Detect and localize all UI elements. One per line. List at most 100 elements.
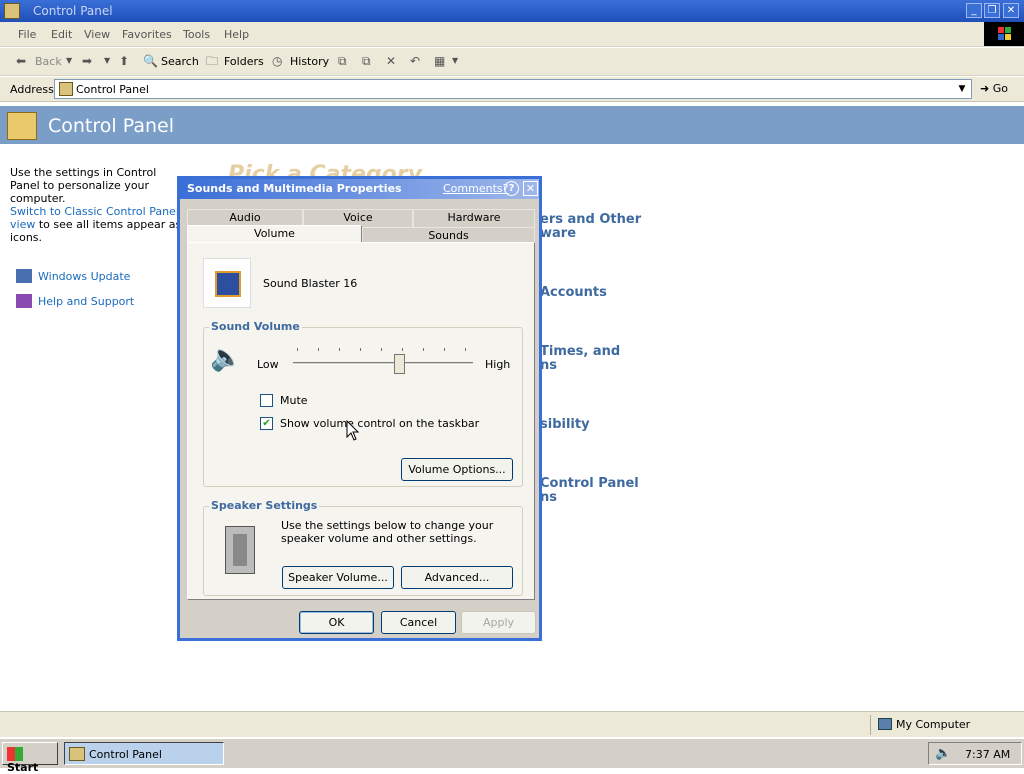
forward-dropdown-icon[interactable]: ▼ xyxy=(104,54,118,68)
start-button[interactable]: Start xyxy=(2,742,58,774)
address-value[interactable]: Control Panel xyxy=(76,83,149,96)
go-button[interactable]: ➜ Go xyxy=(980,82,1008,95)
switch-view-paragraph: Switch to Classic Control Panel view to … xyxy=(10,205,182,244)
taskbar-control-panel-button[interactable]: Control Panel xyxy=(64,742,224,765)
menu-bar: File Edit View Favorites Tools Help xyxy=(0,22,1024,47)
advanced-button[interactable]: Advanced... xyxy=(401,566,513,589)
comments-link[interactable]: Comments? xyxy=(443,182,508,195)
views-dropdown-icon[interactable]: ▼ xyxy=(452,54,466,68)
menu-help[interactable]: Help xyxy=(224,28,249,41)
back-dropdown-icon[interactable]: ▼ xyxy=(66,54,80,68)
sounds-multimedia-dialog: Sounds and Multimedia Properties Comment… xyxy=(177,176,542,641)
slider-tick xyxy=(402,348,403,351)
mute-checkbox[interactable] xyxy=(260,394,273,407)
folders-button[interactable]: Folders xyxy=(224,55,264,68)
category-date-time-link[interactable]: Times, and ns xyxy=(540,345,620,373)
speaker-volume-button[interactable]: Speaker Volume... xyxy=(282,566,394,589)
speaker-volume-icon: 🔈 xyxy=(210,343,243,373)
up-folder-icon[interactable]: ⬆ xyxy=(119,54,133,68)
status-zone-label: My Computer xyxy=(896,718,971,731)
speaker-grille xyxy=(233,534,247,566)
clock[interactable]: 7:37 AM xyxy=(965,748,1010,761)
go-label: Go xyxy=(992,82,1008,95)
window-title: Control Panel xyxy=(33,4,113,18)
history-button[interactable]: History xyxy=(290,55,329,68)
left-task-pane: Use the settings in Control Panel to per… xyxy=(0,144,186,710)
window-titlebar[interactable]: Control Panel _ ❐ ✕ xyxy=(0,0,1024,22)
show-taskbar-checkbox[interactable]: ✔ xyxy=(260,417,273,430)
help-book-icon xyxy=(16,294,32,308)
history-icon: ◷ xyxy=(272,54,283,68)
search-icon: 🔍 xyxy=(143,54,158,68)
menu-file[interactable]: File xyxy=(18,28,36,41)
help-support-link[interactable]: Help and Support xyxy=(16,294,134,308)
device-name: Sound Blaster 16 xyxy=(263,277,358,290)
system-tray: 🔈 7:37 AM xyxy=(928,742,1022,765)
category-line: Control Panel xyxy=(540,476,639,491)
address-field[interactable]: Control Panel ▼ xyxy=(54,79,972,99)
volume-options-button[interactable]: Volume Options... xyxy=(401,458,513,481)
restore-button[interactable]: ❐ xyxy=(984,3,1000,18)
help-support-label: Help and Support xyxy=(38,295,135,308)
device-icon-inner xyxy=(215,271,241,297)
volume-tray-icon[interactable]: 🔈 xyxy=(935,746,951,761)
tab-sounds[interactable]: Sounds xyxy=(362,227,535,243)
category-accessibility-link[interactable]: sibility xyxy=(540,418,590,432)
folders-icon: 🗀 xyxy=(206,54,219,68)
volume-low-label: Low xyxy=(257,358,279,371)
forward-arrow-icon[interactable]: ➡ xyxy=(82,54,96,68)
my-computer-icon xyxy=(878,718,892,730)
dialog-titlebar[interactable]: Sounds and Multimedia Properties Comment… xyxy=(180,179,539,199)
category-line: ers and Other xyxy=(540,212,642,227)
volume-slider-thumb[interactable] xyxy=(394,354,405,374)
slider-tick xyxy=(381,348,382,351)
category-printers-link[interactable]: ers and Other ware xyxy=(540,213,641,241)
undo-icon[interactable]: ↶ xyxy=(410,54,424,68)
back-button[interactable]: Back xyxy=(35,55,62,68)
apply-button[interactable]: Apply xyxy=(461,611,536,634)
switch-view-suffix: to see all items appear as icons. xyxy=(10,218,182,244)
tab-volume[interactable]: Volume xyxy=(187,225,362,243)
control-panel-app-icon xyxy=(4,3,20,19)
category-line: ns xyxy=(540,490,557,505)
status-zone: My Computer xyxy=(878,718,970,731)
sound-device-icon xyxy=(203,258,251,308)
menu-tools[interactable]: Tools xyxy=(183,28,210,41)
show-taskbar-label[interactable]: Show volume control on the taskbar xyxy=(280,417,479,430)
views-icon[interactable]: ▦ xyxy=(434,54,448,68)
delete-icon[interactable]: ✕ xyxy=(386,54,400,68)
close-button[interactable]: ✕ xyxy=(1003,3,1019,18)
slider-track xyxy=(293,362,473,365)
move-to-icon[interactable]: ⧉ xyxy=(338,54,352,68)
address-dropdown-icon[interactable]: ▼ xyxy=(953,80,971,98)
category-line: ns xyxy=(540,358,557,373)
category-line: Accounts xyxy=(540,285,607,300)
control-panel-header: Control Panel xyxy=(0,106,1024,144)
slider-tick xyxy=(360,348,361,351)
slider-tick xyxy=(297,348,298,351)
category-other-options-link[interactable]: Control Panel ns xyxy=(540,477,639,505)
menu-favorites[interactable]: Favorites xyxy=(122,28,172,41)
search-button[interactable]: Search xyxy=(161,55,199,68)
cancel-button[interactable]: Cancel xyxy=(381,611,456,634)
menu-view[interactable]: View xyxy=(84,28,110,41)
windows-update-label: Windows Update xyxy=(38,270,131,283)
volume-slider[interactable] xyxy=(293,348,473,378)
volume-high-label: High xyxy=(485,358,511,371)
help-button[interactable]: ? xyxy=(504,181,519,196)
category-user-accounts-link[interactable]: Accounts xyxy=(540,286,607,300)
minimize-button[interactable]: _ xyxy=(966,3,982,18)
windows-flag-icon xyxy=(7,747,23,761)
tab-hardware[interactable]: Hardware xyxy=(413,209,535,227)
speaker-description: Use the settings below to change your sp… xyxy=(281,519,494,545)
ok-button[interactable]: OK xyxy=(299,611,374,634)
copy-to-icon[interactable]: ⧉ xyxy=(362,54,376,68)
windows-update-link[interactable]: Windows Update xyxy=(16,269,130,283)
menu-edit[interactable]: Edit xyxy=(51,28,72,41)
slider-tick xyxy=(444,348,445,351)
taskbar: Start Control Panel 🔈 7:37 AM xyxy=(0,738,1024,774)
address-label: Address xyxy=(10,83,54,96)
mute-label[interactable]: Mute xyxy=(280,394,308,407)
dialog-close-button[interactable]: ✕ xyxy=(523,181,538,196)
windows-logo-icon xyxy=(984,22,1024,46)
